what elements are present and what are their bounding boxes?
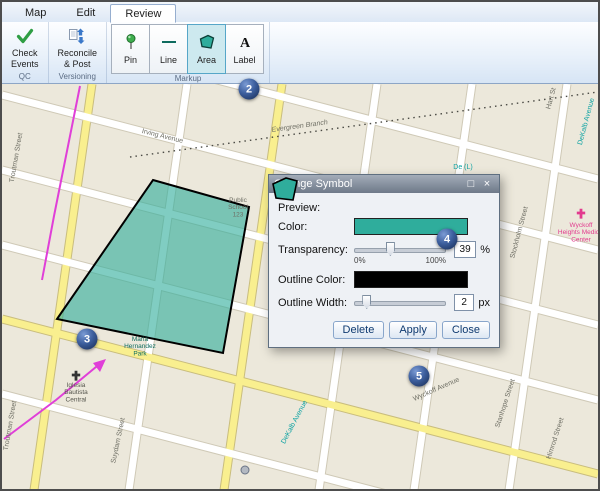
street-label-dekalb-avenue: DeKalb Avenue: [577, 97, 596, 145]
color-swatch[interactable]: [354, 218, 468, 235]
check-events-button-label: Events: [11, 59, 39, 69]
tab-edit[interactable]: Edit: [61, 3, 110, 22]
station-dot: [241, 466, 249, 474]
street-label-wyckoff-avenue: Wyckoff Avenue: [412, 376, 461, 403]
outline-width-slider-thumb[interactable]: [362, 295, 371, 309]
reconcile-icon: [68, 27, 86, 47]
dialog-button-row: DeleteApply Close: [278, 321, 490, 339]
group-label-qc: QC: [19, 72, 31, 83]
group-label-versioning: Versioning: [59, 72, 96, 83]
transparency-unit-label: %: [480, 244, 490, 256]
tab-map[interactable]: Map: [10, 3, 61, 22]
area-button-label: Area: [197, 55, 216, 65]
color-label: Color:: [278, 221, 354, 233]
transparency-value-input[interactable]: 39: [454, 241, 476, 258]
church-label: IglesiaBautistaCentral: [64, 382, 88, 403]
maximize-icon[interactable]: □: [464, 177, 478, 191]
outline-width-slider[interactable]: [354, 295, 446, 310]
outline-width-label: Outline Width:: [278, 297, 354, 309]
outline-width-unit-label: px: [478, 297, 490, 309]
dialog-title: Change Symbol: [274, 178, 462, 190]
close-button[interactable]: Close: [442, 321, 490, 339]
outline-color-label: Outline Color:: [278, 274, 354, 286]
street-label-hart-st: Hart St: [545, 87, 557, 110]
outline-color-swatch[interactable]: [354, 271, 468, 288]
preview-label: Preview:: [278, 202, 354, 214]
transparency-label: Transparency:: [278, 244, 354, 256]
transparency-slider[interactable]: [354, 242, 446, 257]
close-icon[interactable]: ×: [480, 177, 494, 191]
outline-width-value-input[interactable]: 2: [454, 294, 474, 311]
pin-button[interactable]: Pin: [111, 24, 150, 74]
check-events-button-label: Check: [12, 48, 38, 58]
dialog-body: Preview: Color: Transparency:: [269, 193, 499, 347]
reconcile-post-button-label: Reconcile: [58, 48, 98, 58]
transparency-max-label: 100%: [426, 256, 446, 265]
reconcile-post-button[interactable]: Reconcile& Post: [54, 26, 102, 70]
line-icon: [160, 33, 178, 53]
reconcile-post-button-label: & Post: [64, 59, 91, 69]
check-icon: [16, 27, 34, 47]
label-button-label: Label: [234, 55, 256, 65]
pin-icon: [122, 33, 140, 53]
transparency-slider-track: [354, 248, 446, 253]
tab-review[interactable]: Review: [110, 4, 176, 23]
street-label-troutman-street: Troutman Street: [3, 400, 19, 451]
transparency-min-label: 0%: [354, 256, 366, 265]
symbol-preview-shape: [273, 178, 297, 200]
ribbon-tab-bar: MapEditReview: [2, 2, 598, 22]
ribbon-group-versioning: Reconcile& Post Versioning: [49, 22, 108, 83]
street-label-de-l: De (L): [453, 164, 472, 171]
area-button[interactable]: Area: [187, 24, 226, 74]
ribbon-group-markup: PinLineAreaALabelMarkup: [107, 22, 270, 83]
medical-cross-icon: [577, 209, 585, 219]
line-button[interactable]: Line: [149, 24, 188, 74]
line-button-label: Line: [160, 55, 177, 65]
app-window: MapEditReview CheckEvents QC Reconcile& Po…: [0, 0, 600, 491]
label-icon: A: [236, 33, 254, 53]
transparency-slider-thumb[interactable]: [386, 242, 395, 256]
area-icon: [198, 33, 216, 53]
change-symbol-dialog: Change Symbol □ × Preview: Color:: [268, 174, 500, 348]
ribbon-group-qc: CheckEvents QC: [2, 22, 49, 83]
check-events-button[interactable]: CheckEvents: [7, 26, 43, 70]
map-viewport[interactable]: Troutman StreetIrving AvenueEvergreen Br…: [2, 84, 598, 490]
dialog-titlebar[interactable]: Change Symbol □ ×: [269, 175, 499, 193]
svg-text:A: A: [239, 36, 250, 51]
ribbon-toolbar: CheckEvents QC Reconcile& Post Versioning Pi…: [2, 22, 598, 84]
pin-button-label: Pin: [124, 55, 137, 65]
street-label-dekalb-avenue: DeKalb Avenue: [280, 399, 309, 445]
markup-line-arrowhead: [93, 359, 106, 372]
church-cross-icon: [72, 371, 80, 381]
apply-button[interactable]: Apply: [389, 321, 437, 339]
label-button[interactable]: A Label: [225, 24, 264, 74]
delete-button[interactable]: Delete: [333, 321, 385, 339]
street-label-stanhope-street: Stanhope Street: [494, 378, 516, 428]
street-label-himrod-street: Himrod Street: [546, 417, 566, 460]
transparency-scale: 0% 100%: [354, 256, 446, 265]
